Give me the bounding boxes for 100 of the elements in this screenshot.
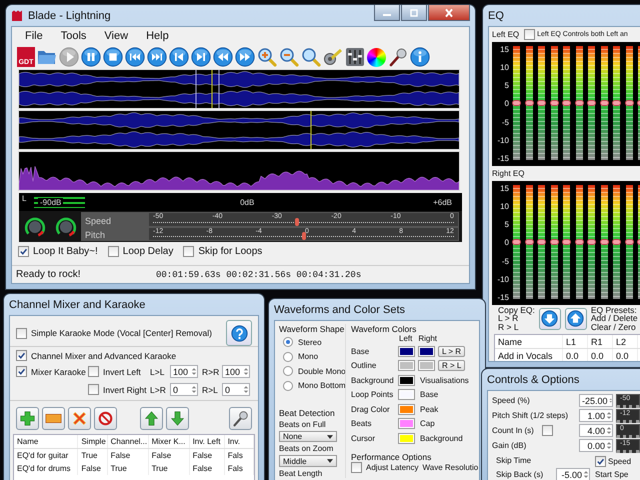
eq-slider[interactable] xyxy=(588,46,595,160)
checkbox[interactable] xyxy=(108,246,119,256)
slider-thumb[interactable] xyxy=(550,239,558,245)
close-button[interactable] xyxy=(428,5,470,21)
eq-slider[interactable] xyxy=(576,185,582,299)
eq-slider[interactable] xyxy=(550,185,558,299)
color-wheel-icon[interactable] xyxy=(367,48,386,66)
slider-thumb[interactable] xyxy=(574,100,584,106)
menu-item[interactable]: File xyxy=(16,30,52,42)
checkbox[interactable] xyxy=(16,328,27,338)
delete-button[interactable] xyxy=(68,407,91,430)
copy-right-to-left-button[interactable] xyxy=(564,308,587,330)
dropdown[interactable]: Middle xyxy=(279,455,337,467)
radio-button[interactable] xyxy=(283,352,293,362)
copy-colors-button[interactable]: R > L xyxy=(438,360,466,372)
radio-button[interactable] xyxy=(283,337,293,348)
eq-slider[interactable] xyxy=(526,46,532,160)
minimize-button[interactable] xyxy=(374,5,400,21)
checkbox[interactable] xyxy=(88,384,99,395)
number-field[interactable]: 0 xyxy=(222,383,250,396)
menu-item[interactable]: Tools xyxy=(52,30,96,42)
eq-slider[interactable] xyxy=(613,185,620,299)
help-button[interactable] xyxy=(226,320,252,346)
block-button[interactable] xyxy=(94,407,117,430)
microphone-button[interactable] xyxy=(229,407,252,430)
slider-thumb[interactable] xyxy=(524,239,534,245)
slider-thumb[interactable] xyxy=(302,232,306,240)
rewind-icon[interactable] xyxy=(213,47,233,67)
column-header[interactable]: Inv. Left xyxy=(190,435,225,448)
slider-thumb[interactable] xyxy=(574,239,584,245)
color-swatch[interactable] xyxy=(420,348,433,355)
checkbox[interactable] xyxy=(524,29,536,40)
eq-slider[interactable] xyxy=(513,46,520,160)
slider-thumb[interactable] xyxy=(587,100,596,106)
slider-thumb[interactable] xyxy=(562,239,571,245)
column-header[interactable]: Name xyxy=(495,335,563,348)
next-icon[interactable] xyxy=(191,47,211,67)
add-button[interactable] xyxy=(16,407,39,430)
eq-slider[interactable] xyxy=(513,185,520,299)
spinner-icon[interactable] xyxy=(583,469,589,480)
column-header[interactable]: Simple xyxy=(78,435,108,448)
color-swatch[interactable] xyxy=(400,362,413,370)
color-swatch[interactable] xyxy=(400,376,413,384)
spinner-icon[interactable] xyxy=(606,410,612,421)
column-header[interactable]: L2 xyxy=(613,335,638,348)
checkbox[interactable] xyxy=(542,425,553,436)
zoom-in-icon[interactable] xyxy=(257,47,277,67)
checkbox[interactable] xyxy=(18,246,29,256)
info-icon[interactable] xyxy=(410,47,430,67)
copy-colors-button[interactable]: L > R xyxy=(438,346,466,357)
menu-item[interactable]: View xyxy=(95,30,138,42)
color-swatch[interactable] xyxy=(400,391,413,398)
eq-slider[interactable] xyxy=(600,46,608,160)
checkbox[interactable] xyxy=(595,456,606,467)
color-swatch[interactable] xyxy=(400,406,413,413)
checkbox[interactable] xyxy=(88,366,99,377)
eq-slider[interactable] xyxy=(613,46,620,160)
color-swatch[interactable] xyxy=(400,348,413,355)
slider-thumb[interactable] xyxy=(524,100,534,106)
previous-icon[interactable] xyxy=(169,47,189,67)
waveform-overview[interactable] xyxy=(19,70,459,108)
eq-slider[interactable] xyxy=(588,185,595,299)
color-swatch[interactable] xyxy=(400,420,413,428)
number-field[interactable]: 0 xyxy=(170,383,198,396)
slider-thumb[interactable] xyxy=(624,100,634,106)
spinner-icon[interactable] xyxy=(191,366,197,377)
dropdown[interactable]: None xyxy=(279,430,337,442)
eq-slider[interactable] xyxy=(563,185,570,299)
column-header[interactable]: Channel... xyxy=(108,435,149,448)
slider-thumb[interactable] xyxy=(562,100,571,106)
sliders-icon[interactable] xyxy=(345,47,365,67)
number-field[interactable]: 1.00 xyxy=(579,409,613,422)
magnifier-icon[interactable] xyxy=(301,47,321,67)
number-field[interactable]: 100 xyxy=(222,365,250,378)
slider-thumb[interactable] xyxy=(600,100,608,106)
slider-thumb[interactable] xyxy=(550,100,558,106)
skip-to-start-icon[interactable] xyxy=(125,47,145,67)
eq-slider[interactable] xyxy=(538,46,545,160)
pause-icon[interactable] xyxy=(81,47,101,67)
color-swatch[interactable] xyxy=(400,434,413,442)
move-down-button[interactable] xyxy=(166,407,189,430)
radio-button[interactable] xyxy=(283,380,293,391)
number-field[interactable]: 4.00 xyxy=(579,424,613,437)
move-up-button[interactable] xyxy=(140,407,163,430)
skip-to-end-icon[interactable] xyxy=(147,47,167,67)
number-field[interactable]: 0.00 xyxy=(579,439,613,452)
checkbox[interactable] xyxy=(16,350,27,361)
knob[interactable] xyxy=(54,216,76,238)
column-header[interactable]: R1 xyxy=(588,335,613,348)
slider-thumb[interactable] xyxy=(512,100,521,106)
eq-slider[interactable] xyxy=(563,46,570,160)
eq-slider[interactable] xyxy=(550,46,558,160)
zoom-out-icon[interactable] xyxy=(279,47,299,67)
knob[interactable] xyxy=(24,216,46,238)
waveform-zoom[interactable] xyxy=(19,111,459,149)
radio-button[interactable] xyxy=(283,366,293,376)
stop-icon[interactable] xyxy=(103,47,123,67)
spinner-icon[interactable] xyxy=(243,384,249,395)
spinner-icon[interactable] xyxy=(243,366,249,377)
checkbox[interactable] xyxy=(183,246,194,256)
